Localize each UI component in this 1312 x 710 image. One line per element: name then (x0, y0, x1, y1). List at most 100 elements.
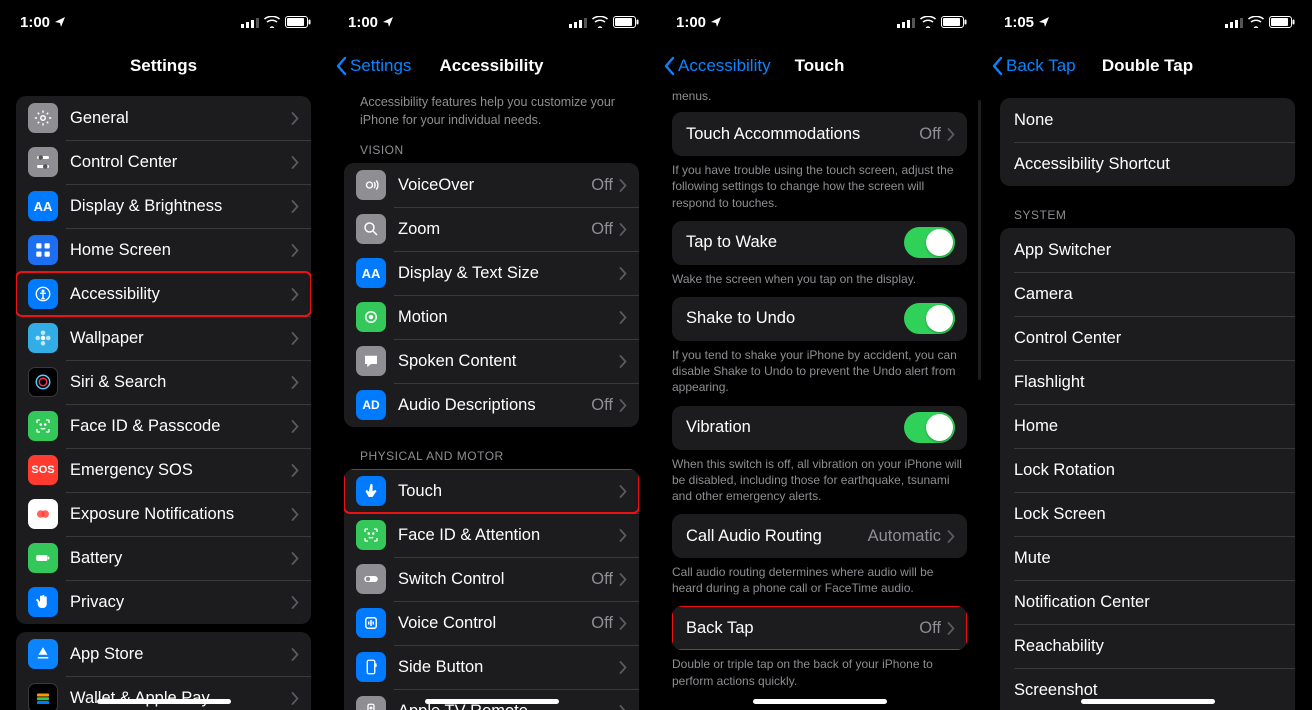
wallet-icon (28, 683, 58, 710)
screen-accessibility: 1:00 Settings Accessibility Accessibilit… (328, 0, 656, 710)
row-control-center[interactable]: Control Center (1000, 316, 1295, 360)
chevron-icon (947, 622, 955, 635)
footer-text: Call audio routing determines where audi… (656, 558, 983, 606)
home-indicator[interactable] (425, 699, 559, 704)
row-label: Lock Rotation (1014, 461, 1283, 480)
cellular-icon (897, 17, 915, 28)
row-faceid-passcode[interactable]: Face ID & Passcode (16, 404, 311, 448)
toggle-vibration[interactable] (904, 412, 955, 443)
row-voiceover[interactable]: VoiceOverOff (344, 163, 639, 207)
row-label: App Switcher (1014, 241, 1283, 260)
row-notification-center[interactable]: Notification Center (1000, 580, 1295, 624)
row-label: Accessibility (70, 285, 291, 304)
row-spoken-content[interactable]: Spoken Content (344, 339, 639, 383)
chevron-icon (619, 311, 627, 324)
nav-bar: Back Tap Double Tap (984, 44, 1311, 88)
cellular-icon (1225, 17, 1243, 28)
row-reachability[interactable]: Reachability (1000, 624, 1295, 668)
back-button[interactable]: Settings (336, 44, 411, 88)
row-zoom[interactable]: ZoomOff (344, 207, 639, 251)
row-label: Zoom (398, 220, 591, 239)
row-label: General (70, 109, 291, 128)
chevron-icon (619, 399, 627, 412)
row-motion[interactable]: Motion (344, 295, 639, 339)
footer-text: If you have trouble using the touch scre… (656, 156, 983, 221)
row-audio-desc[interactable]: ADAudio DescriptionsOff (344, 383, 639, 427)
chevron-icon (291, 464, 299, 477)
home-indicator[interactable] (753, 699, 887, 704)
row-accessibility[interactable]: Accessibility (16, 272, 311, 316)
status-bar: 1:00 (328, 0, 655, 44)
row-vibration[interactable]: Vibration (672, 406, 967, 450)
row-label: Touch Accommodations (686, 125, 919, 144)
row-general[interactable]: General (16, 96, 311, 140)
scrollbar[interactable] (978, 100, 981, 380)
row-app-store[interactable]: App Store (16, 632, 311, 676)
row-wallet[interactable]: Wallet & Apple Pay (16, 676, 311, 710)
home-indicator[interactable] (97, 699, 231, 704)
row-a11y-shortcut[interactable]: Accessibility Shortcut (1000, 142, 1295, 186)
row-lock-rotation[interactable]: Lock Rotation (1000, 448, 1295, 492)
row-faceid-attention[interactable]: Face ID & Attention (344, 513, 639, 557)
row-privacy[interactable]: Privacy (16, 580, 311, 624)
wifi-icon (1248, 16, 1264, 28)
chevron-icon (947, 128, 955, 141)
row-switch-control[interactable]: Switch ControlOff (344, 557, 639, 601)
status-time: 1:05 (1004, 14, 1034, 31)
row-none[interactable]: None (1000, 98, 1295, 142)
back-button[interactable]: Back Tap (992, 44, 1076, 88)
cellular-icon (569, 17, 587, 28)
back-button[interactable]: Accessibility (664, 44, 771, 88)
content-area: NoneAccessibility ShortcutSYSTEMApp Swit… (984, 88, 1311, 710)
row-value: Off (591, 614, 613, 633)
row-touch-accommodations[interactable]: Touch AccommodationsOff (672, 112, 967, 156)
remote-icon (356, 696, 386, 710)
row-display-brightness[interactable]: AADisplay & Brightness (16, 184, 311, 228)
row-app-switcher[interactable]: App Switcher (1000, 228, 1295, 272)
row-label: Face ID & Attention (398, 526, 619, 545)
row-side-button[interactable]: Side Button (344, 645, 639, 689)
row-call-audio-routing[interactable]: Call Audio RoutingAutomatic (672, 514, 967, 558)
row-camera[interactable]: Camera (1000, 272, 1295, 316)
row-control-center[interactable]: Control Center (16, 140, 311, 184)
chevron-icon (291, 200, 299, 213)
row-voice-control[interactable]: Voice ControlOff (344, 601, 639, 645)
toggle-shake-to-undo[interactable] (904, 303, 955, 334)
ad-icon: AD (356, 390, 386, 420)
status-bar: 1:05 (984, 0, 1311, 44)
row-label: Side Button (398, 658, 619, 677)
row-siri-search[interactable]: Siri & Search (16, 360, 311, 404)
row-mute[interactable]: Mute (1000, 536, 1295, 580)
row-display-text[interactable]: AADisplay & Text Size (344, 251, 639, 295)
home-indicator[interactable] (1081, 699, 1215, 704)
row-shake-to-undo[interactable]: Shake to Undo (672, 297, 967, 341)
chevron-icon (619, 179, 627, 192)
row-label: Shake to Undo (686, 309, 904, 328)
row-battery[interactable]: Battery (16, 536, 311, 580)
row-label: Flashlight (1014, 373, 1283, 392)
row-back-tap[interactable]: Back TapOff (672, 606, 967, 650)
status-bar: 1:00 (656, 0, 983, 44)
row-home-screen[interactable]: Home Screen (16, 228, 311, 272)
siri-icon (28, 367, 58, 397)
row-lock-screen[interactable]: Lock Screen (1000, 492, 1295, 536)
row-exposure[interactable]: Exposure Notifications (16, 492, 311, 536)
toggle-tap-to-wake[interactable] (904, 227, 955, 258)
row-value: Off (591, 176, 613, 195)
row-touch[interactable]: Touch (344, 469, 639, 513)
chevron-icon (291, 376, 299, 389)
row-home[interactable]: Home (1000, 404, 1295, 448)
row-emergency-sos[interactable]: SOSEmergency SOS (16, 448, 311, 492)
row-label: Emergency SOS (70, 461, 291, 480)
zoom-icon (356, 214, 386, 244)
grid-icon (28, 235, 58, 265)
row-label: VoiceOver (398, 176, 591, 195)
row-wallpaper[interactable]: Wallpaper (16, 316, 311, 360)
row-tap-to-wake[interactable]: Tap to Wake (672, 221, 967, 265)
row-flashlight[interactable]: Flashlight (1000, 360, 1295, 404)
row-value: Off (591, 570, 613, 589)
row-value: Automatic (868, 527, 941, 546)
row-label: Accessibility Shortcut (1014, 155, 1283, 174)
row-label: Spoken Content (398, 352, 619, 371)
battery-icon (28, 543, 58, 573)
